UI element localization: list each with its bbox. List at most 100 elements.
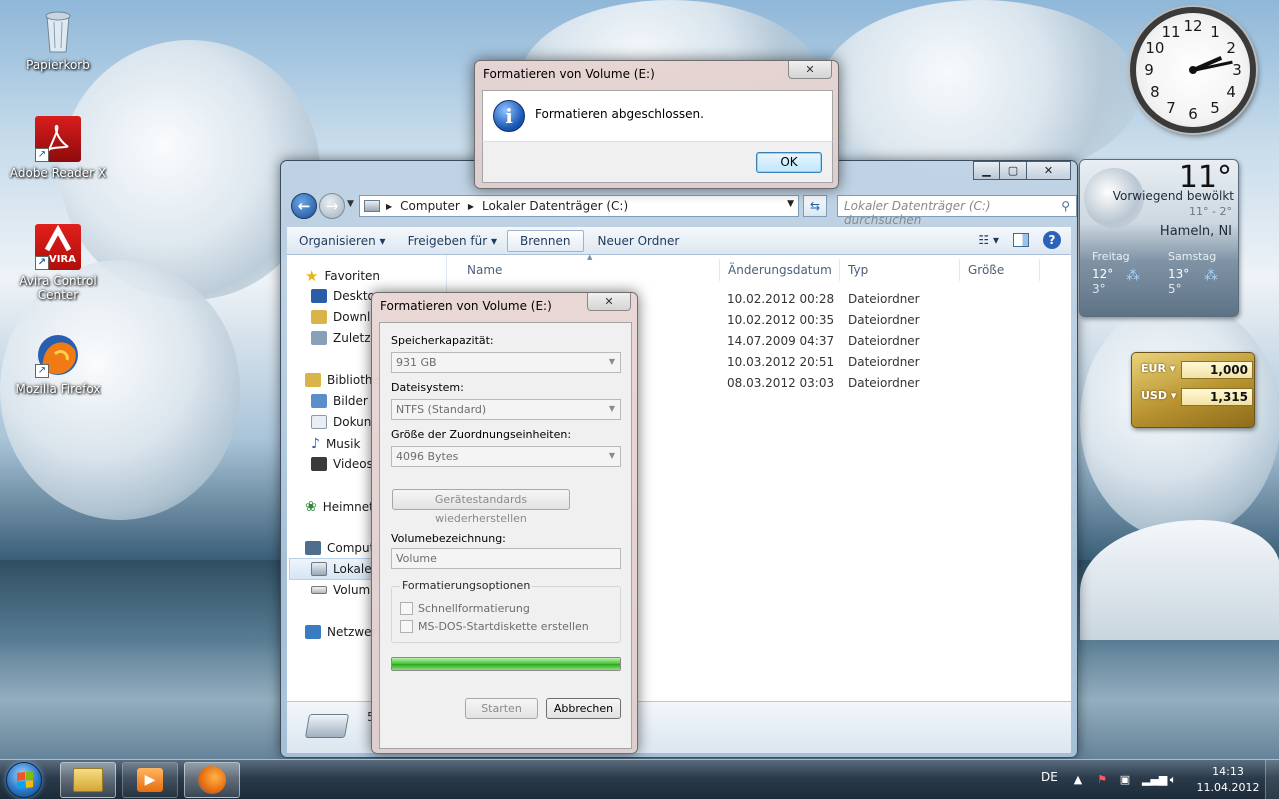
nav-music[interactable]: ♪ Musik bbox=[311, 436, 360, 452]
restore-defaults-button[interactable]: Gerätestandards wiederherstellen bbox=[392, 489, 570, 525]
search-placeholder: Lokaler Datenträger (C:) durchsuchen bbox=[844, 199, 991, 227]
avira-badge: VIRA bbox=[49, 254, 76, 265]
forecast-day-2-high: 13° bbox=[1168, 267, 1190, 281]
start-button[interactable]: Starten bbox=[465, 698, 538, 719]
clock-number: 8 bbox=[1150, 83, 1160, 101]
ok-button[interactable]: OK bbox=[756, 152, 822, 173]
close-button[interactable]: ✕ bbox=[587, 293, 631, 311]
capacity-select[interactable]: 931 GB ▼ bbox=[391, 352, 621, 373]
nav-favorites[interactable]: ★ Favoriten bbox=[305, 267, 380, 285]
help-icon[interactable]: ? bbox=[1043, 231, 1061, 249]
taskbar-explorer[interactable] bbox=[60, 762, 116, 798]
minimize-button[interactable]: ▁ bbox=[973, 161, 1000, 180]
nav-volume[interactable]: Volum bbox=[311, 583, 370, 597]
avira-icon: VIRA ↗ bbox=[35, 224, 81, 270]
share-menu[interactable]: Freigeben für ▾ bbox=[408, 234, 497, 248]
currency-code-2[interactable]: USD ▾ bbox=[1141, 389, 1176, 402]
breadcrumb-separator[interactable]: ▶ bbox=[468, 202, 474, 211]
taskbar-firefox[interactable] bbox=[184, 762, 240, 798]
address-bar[interactable]: ▶ Computer ▶ Lokaler Datenträger (C:) ▼ bbox=[359, 195, 799, 217]
allocation-size-select[interactable]: 4096 Bytes ▼ bbox=[391, 446, 621, 467]
search-input[interactable]: Lokaler Datenträger (C:) durchsuchen ⚲ bbox=[837, 195, 1077, 227]
currency-code-2-label: USD bbox=[1141, 389, 1167, 402]
completion-message-box[interactable]: Formatieren von Volume (E:) ✕ i Formatie… bbox=[474, 60, 839, 189]
language-indicator[interactable]: DE bbox=[1041, 770, 1058, 784]
desktop-icon-firefox[interactable]: ↗ Mozilla Firefox bbox=[3, 332, 113, 396]
nav-network[interactable]: Netzwer bbox=[305, 625, 377, 639]
show-hidden-icons-icon[interactable]: ▲ bbox=[1071, 773, 1085, 787]
forward-button[interactable]: → bbox=[319, 193, 345, 219]
currency-value-2[interactable]: 1,315 bbox=[1181, 388, 1253, 406]
nav-recent[interactable]: Zuletz bbox=[311, 331, 371, 345]
refresh-button[interactable]: ⇆ bbox=[803, 195, 827, 217]
action-center-icon[interactable]: ⚑ bbox=[1095, 773, 1109, 787]
volume-label-value: Volume bbox=[396, 552, 437, 565]
nav-pictures[interactable]: Bilder bbox=[311, 394, 368, 408]
burn-button[interactable]: Brennen bbox=[507, 229, 584, 252]
format-dialog-title: Formatieren von Volume (E:) bbox=[380, 299, 552, 313]
row-date: 10.02.2012 00:28 bbox=[727, 292, 835, 306]
weather-gadget[interactable]: 11° Vorwiegend bewölkt 11° - 2° Hameln, … bbox=[1079, 159, 1239, 317]
cancel-button[interactable]: Abbrechen bbox=[546, 698, 621, 719]
allocation-size-value: 4096 Bytes bbox=[396, 450, 459, 463]
currency-code-1[interactable]: EUR ▾ bbox=[1141, 362, 1175, 375]
column-header-size[interactable]: Größe bbox=[968, 263, 1004, 277]
view-options-icon[interactable]: ☷ ▾ bbox=[978, 233, 999, 247]
filesystem-select[interactable]: NTFS (Standard) ▼ bbox=[391, 399, 621, 420]
nav-local-disk-label: Lokale bbox=[333, 562, 372, 576]
clock-number: 7 bbox=[1166, 99, 1176, 118]
show-desktop-button[interactable] bbox=[1265, 760, 1279, 799]
nav-local-disk[interactable]: Lokale bbox=[311, 562, 372, 576]
breadcrumb-separator[interactable]: ▶ bbox=[386, 202, 392, 211]
message-box-content: i Formatieren abgeschlossen. bbox=[482, 90, 833, 141]
close-button[interactable]: ✕ bbox=[1027, 161, 1071, 180]
breadcrumb-local-disk[interactable]: Lokaler Datenträger (C:) bbox=[482, 199, 628, 213]
nav-favorites-label: Favoriten bbox=[324, 269, 381, 283]
volume-label-input[interactable]: Volume bbox=[391, 548, 621, 569]
currency-gadget[interactable]: EUR ▾ 1,000 USD ▾ 1,315 bbox=[1131, 352, 1255, 428]
new-folder-button[interactable]: Neuer Ordner bbox=[598, 234, 680, 248]
recent-pages-dropdown[interactable]: ▼ bbox=[347, 199, 354, 209]
nav-videos[interactable]: Videos bbox=[311, 457, 373, 471]
nav-documents[interactable]: Dokun bbox=[311, 415, 371, 429]
nav-desktop-label: Deskto bbox=[333, 289, 375, 303]
format-options-title: Formatierungsoptionen bbox=[400, 579, 533, 592]
back-button[interactable]: ← bbox=[291, 193, 317, 219]
progress-fill bbox=[392, 658, 620, 670]
maximize-button[interactable]: ▢ bbox=[1000, 161, 1027, 180]
volume-icon[interactable]: 🔈︎ bbox=[1166, 773, 1180, 787]
preview-pane-icon[interactable] bbox=[1013, 233, 1029, 247]
column-header-name[interactable]: Name bbox=[467, 263, 502, 277]
nav-desktop[interactable]: Deskto bbox=[311, 289, 375, 303]
column-header-date[interactable]: Änderungsdatum bbox=[728, 263, 832, 277]
msdos-disk-checkbox[interactable]: MS-DOS-Startdiskette erstellen bbox=[400, 620, 589, 633]
desktop-icon-recycle-bin[interactable]: Papierkorb bbox=[3, 8, 113, 72]
start-button[interactable] bbox=[6, 762, 42, 798]
network-signal-icon[interactable]: ▂▄▆ bbox=[1142, 773, 1167, 787]
address-dropdown-icon[interactable]: ▼ bbox=[787, 199, 794, 209]
search-icon: ⚲ bbox=[1061, 199, 1070, 213]
close-button[interactable]: ✕ bbox=[788, 61, 832, 79]
safely-remove-icon[interactable]: ▣ bbox=[1118, 773, 1132, 787]
homegroup-icon: ❀ bbox=[305, 499, 317, 515]
taskbar-media-player[interactable]: ▶ bbox=[122, 762, 178, 798]
clock-area[interactable]: 14:13 11.04.2012 bbox=[1192, 764, 1264, 796]
format-progress-bar bbox=[391, 657, 621, 671]
nav-downloads[interactable]: Downl bbox=[311, 310, 370, 324]
nav-homegroup[interactable]: ❀ Heimnet bbox=[305, 499, 374, 515]
currency-value-1[interactable]: 1,000 bbox=[1181, 361, 1253, 379]
nav-libraries[interactable]: Bibliothe bbox=[305, 373, 380, 387]
column-header-type[interactable]: Typ bbox=[848, 263, 868, 277]
organize-menu[interactable]: Organisieren ▾ bbox=[299, 234, 386, 248]
clock-gadget[interactable]: 12 1 2 3 4 5 6 7 8 9 10 11 bbox=[1130, 7, 1256, 133]
desktop-icon-avira[interactable]: VIRA ↗ Avira Control Center bbox=[3, 224, 113, 302]
nav-computer[interactable]: Comput bbox=[305, 541, 374, 555]
desktop-icon-adobe-reader[interactable]: ↗ Adobe Reader X bbox=[3, 116, 113, 180]
breadcrumb-computer[interactable]: Computer bbox=[400, 199, 460, 213]
quick-format-label: Schnellformatierung bbox=[418, 602, 530, 615]
message-box-title: Formatieren von Volume (E:) bbox=[483, 67, 655, 81]
nav-computer-label: Comput bbox=[327, 541, 375, 555]
message-box-footer: OK bbox=[482, 141, 833, 183]
format-dialog[interactable]: Formatieren von Volume (E:) ✕ Speicherka… bbox=[371, 292, 638, 754]
quick-format-checkbox[interactable]: Schnellformatierung bbox=[400, 602, 530, 615]
